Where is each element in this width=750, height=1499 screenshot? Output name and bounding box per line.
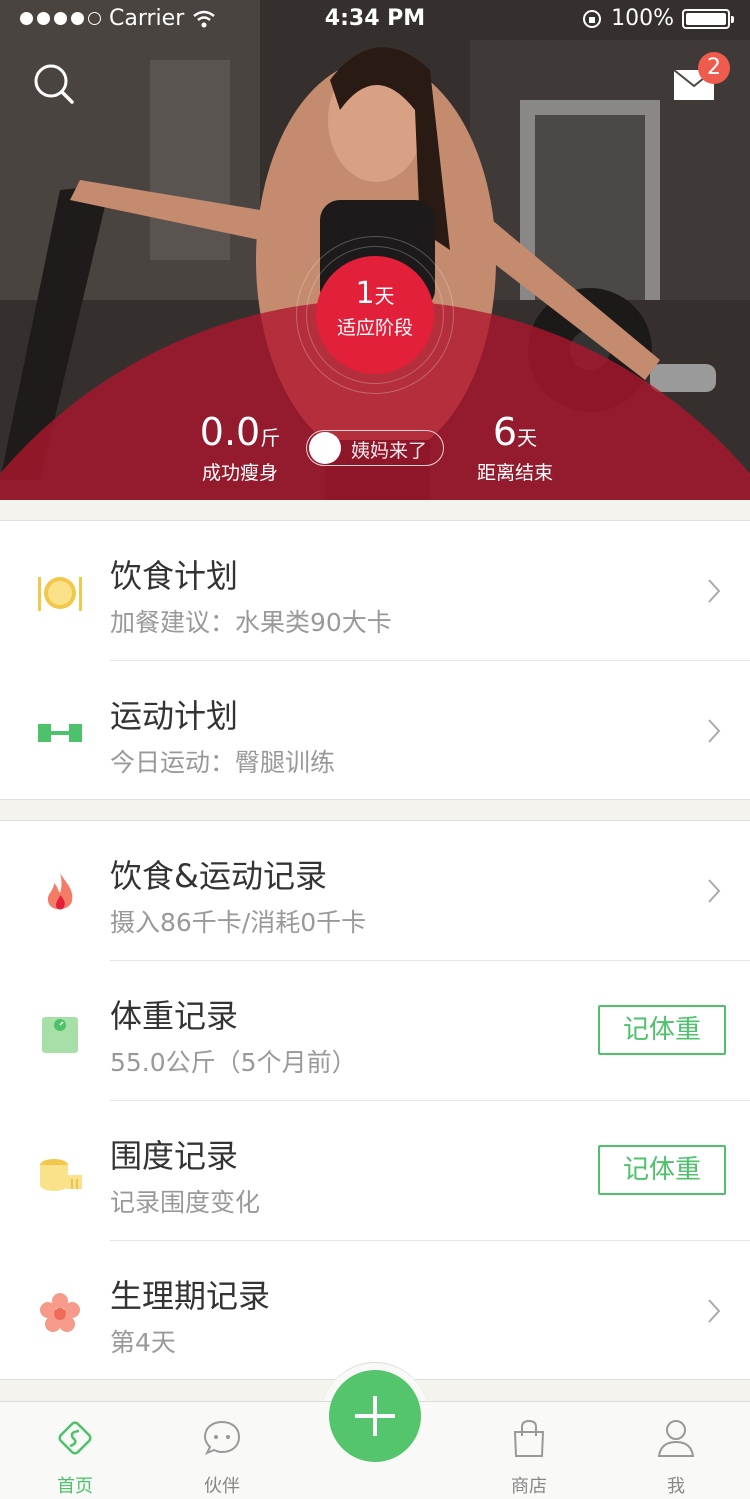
rotation-lock-icon xyxy=(583,9,602,28)
row-subtitle: 摄入86千卡/消耗0千卡 xyxy=(110,908,367,937)
row-subtitle: 55.0公斤（5个月前） xyxy=(110,1048,357,1077)
days-remaining-caption: 距离结束 xyxy=(476,462,553,484)
tab-partners[interactable]: 伙伴 xyxy=(162,1402,282,1499)
exercise-plan-row[interactable]: 运动计划 今日运动：臀腿训练 xyxy=(0,661,750,801)
days-remaining-stat: 6天 距离结束 xyxy=(465,412,565,485)
log-girth-button[interactable]: 记体重 xyxy=(598,1145,726,1195)
chevron-right-icon xyxy=(708,579,721,603)
row-title: 饮食&运动记录 xyxy=(110,857,327,895)
girth-record-row[interactable]: 围度记录 记录围度变化 记体重 xyxy=(0,1101,750,1241)
mail-badge: 2 xyxy=(698,52,730,84)
row-title: 运动计划 xyxy=(110,697,239,735)
row-subtitle: 加餐建议：水果类90大卡 xyxy=(110,608,392,637)
log-weight-button[interactable]: 记体重 xyxy=(598,1005,726,1055)
weight-lost-value: 0.0 xyxy=(199,410,261,454)
flame-icon xyxy=(47,873,73,910)
phase-days-unit: 天 xyxy=(374,284,395,308)
chevron-right-icon xyxy=(708,719,721,743)
tab-home[interactable]: 首页 xyxy=(15,1402,135,1499)
row-title: 围度记录 xyxy=(110,1137,239,1175)
row-subtitle: 今日运动：臀腿训练 xyxy=(110,748,336,777)
diet-exercise-record-row[interactable]: 饮食&运动记录 摄入86千卡/消耗0千卡 xyxy=(0,821,750,961)
phase-indicator[interactable]: 1天 适应阶段 xyxy=(316,256,434,374)
tape-measure-icon xyxy=(40,1159,82,1191)
hero-banner: Carrier 4:34 PM 100% 2 1天 适应阶段 0.0斤 成功瘦身… xyxy=(0,0,750,500)
toggle-knob xyxy=(309,432,341,464)
row-title: 体重记录 xyxy=(110,997,239,1035)
records-card: 饮食&运动记录 摄入86千卡/消耗0千卡 体重记录 55.0公斤（5个月前） 记… xyxy=(0,820,750,1380)
period-toggle[interactable]: 姨妈来了 xyxy=(306,430,444,466)
row-subtitle: 第4天 xyxy=(110,1328,176,1357)
tab-shop[interactable]: 商店 xyxy=(469,1402,589,1499)
bag-icon xyxy=(513,1419,545,1457)
weight-lost-caption: 成功瘦身 xyxy=(201,462,278,484)
tab-label: 首页 xyxy=(57,1476,93,1497)
row-title: 饮食计划 xyxy=(110,557,239,595)
phase-days-value: 1 xyxy=(355,276,375,311)
weight-lost-stat: 0.0斤 成功瘦身 xyxy=(190,412,290,485)
home-icon xyxy=(58,1421,92,1455)
profile-icon xyxy=(657,1420,695,1457)
tab-label: 我 xyxy=(667,1476,685,1497)
search-icon[interactable] xyxy=(32,62,76,106)
plus-icon xyxy=(355,1396,395,1436)
status-bar: Carrier 4:34 PM 100% xyxy=(0,0,750,40)
row-subtitle: 记录围度变化 xyxy=(110,1188,261,1217)
battery-percent: 100% xyxy=(611,6,674,31)
plate-icon xyxy=(38,577,82,611)
tab-label: 商店 xyxy=(511,1476,547,1497)
battery-icon xyxy=(682,8,734,29)
weight-record-row[interactable]: 体重记录 55.0公斤（5个月前） 记体重 xyxy=(0,961,750,1101)
tab-label: 伙伴 xyxy=(204,1476,240,1497)
days-remaining-value: 6 xyxy=(492,410,518,454)
dumbbell-icon xyxy=(38,724,82,742)
period-toggle-label: 姨妈来了 xyxy=(351,440,428,462)
days-remaining-unit: 天 xyxy=(517,426,538,450)
chevron-right-icon xyxy=(708,1299,721,1323)
chevron-right-icon xyxy=(708,879,721,903)
weight-lost-unit: 斤 xyxy=(260,426,281,450)
flower-icon xyxy=(40,1293,80,1332)
chat-icon xyxy=(203,1420,241,1455)
period-record-row[interactable]: 生理期记录 第4天 xyxy=(0,1241,750,1381)
diet-plan-row[interactable]: 饮食计划 加餐建议：水果类90大卡 xyxy=(0,521,750,661)
tab-me[interactable]: 我 xyxy=(616,1402,736,1499)
phase-label: 适应阶段 xyxy=(336,317,413,339)
plans-card: 饮食计划 加餐建议：水果类90大卡 运动计划 今日运动：臀腿训练 xyxy=(0,520,750,800)
row-title: 生理期记录 xyxy=(110,1277,271,1315)
scale-icon xyxy=(42,1017,78,1053)
add-button[interactable] xyxy=(329,1370,421,1462)
